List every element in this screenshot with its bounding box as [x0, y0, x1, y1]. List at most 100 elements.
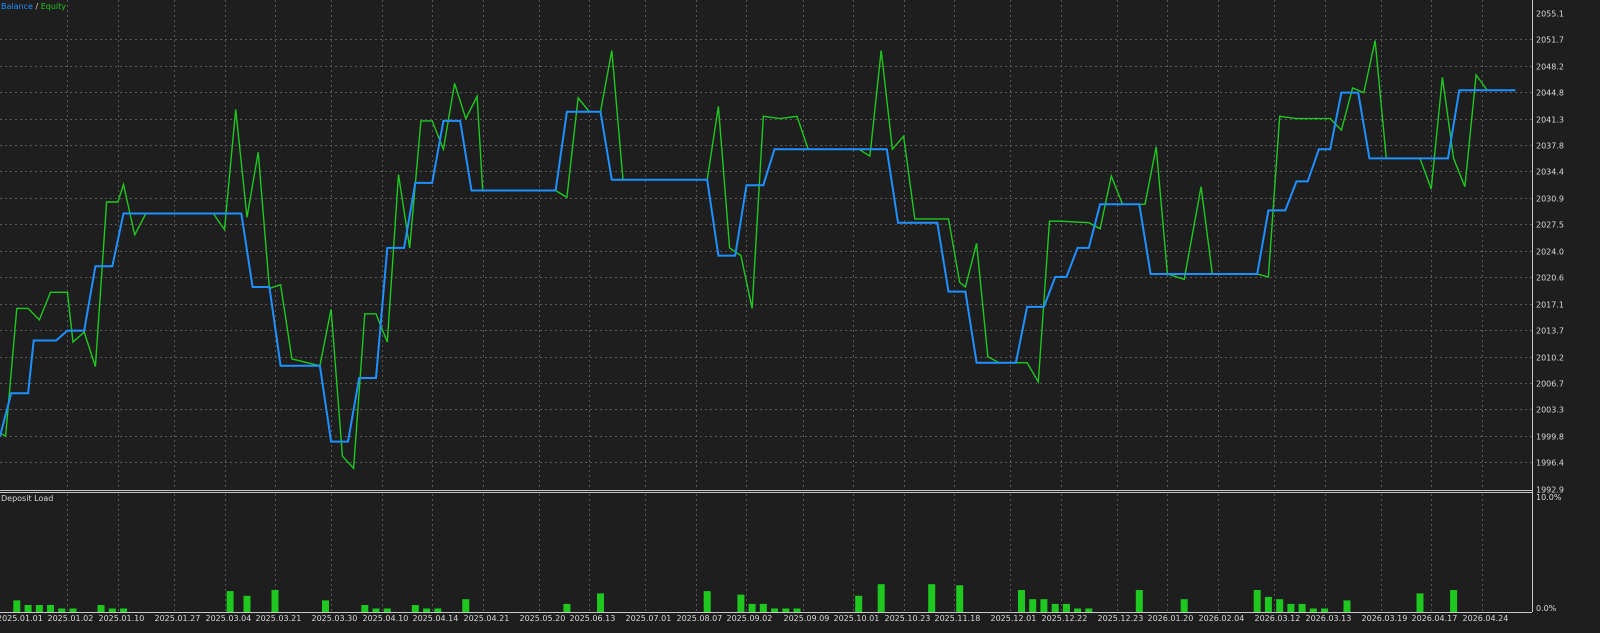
deposit-load-bar [1287, 603, 1295, 612]
price-tick-label: 2055.1 [1536, 10, 1564, 19]
legend-equity: Equity [41, 2, 67, 11]
time-tick-label: 2025.12.22 [1042, 614, 1088, 623]
deposit-load-bar [1298, 603, 1306, 612]
time-tick-label: 2026.02.04 [1199, 614, 1245, 623]
price-tick-label: 1999.8 [1536, 433, 1564, 442]
time-tick-label: 2025.07.01 [626, 614, 672, 623]
time-tick-label: 2026.04.17 [1412, 614, 1458, 623]
deposit-load-tick-label: 0.0% [1536, 604, 1557, 613]
time-tick-label: 2025.03.04 [206, 614, 252, 623]
deposit-load-bar [35, 605, 43, 612]
deposit-load-bar [97, 605, 105, 612]
time-tick-label: 2025.10.23 [885, 614, 931, 623]
time-tick-label: 2025.08.07 [677, 614, 723, 623]
time-tick-label: 2026.03.19 [1362, 614, 1408, 623]
deposit-load-bar [1309, 608, 1317, 612]
price-tick-label: 2030.9 [1536, 195, 1564, 204]
deposit-load-bar [1450, 590, 1458, 612]
deposit-load-bar [877, 584, 885, 612]
deposit-load-bar [47, 605, 54, 612]
deposit-load-bar [58, 608, 66, 612]
price-tick-label: 2027.5 [1536, 221, 1564, 230]
time-tick-label: 2025.01.02 [48, 614, 94, 623]
deposit-load-bar [597, 593, 604, 612]
deposit-load-bar [271, 590, 279, 612]
deposit-load-bar [322, 600, 329, 612]
deposit-load-bar [24, 605, 32, 612]
time-tick-label: 2026.03.12 [1255, 614, 1301, 623]
time-tick-label: 2025.03.30 [312, 614, 358, 623]
deposit-load-bar [361, 605, 369, 612]
deposit-load-title: Deposit Load [1, 494, 53, 503]
price-tick-label: 2044.8 [1536, 89, 1564, 98]
price-tick-label: 2051.7 [1536, 36, 1564, 45]
time-tick-label: 2025.01.10 [99, 614, 145, 623]
time-tick-label: 2025.11.18 [935, 614, 981, 623]
deposit-load-bar [1276, 599, 1284, 612]
legend-balance: Balance [1, 2, 33, 11]
deposit-load-bar [434, 608, 442, 612]
time-tick-label: 2025.03.21 [256, 614, 302, 623]
deposit-load-bar [226, 591, 234, 612]
deposit-load-bar [759, 603, 767, 612]
time-tick-label: 2025.06.13 [570, 614, 616, 623]
deposit-load-bar [771, 608, 778, 612]
deposit-load-bar [748, 603, 756, 612]
deposit-load-bar [793, 608, 801, 612]
deposit-load-bar [1018, 590, 1025, 612]
time-tick-label: 2026.04.24 [1463, 614, 1509, 623]
deposit-load-bar [411, 605, 419, 612]
time-tick-label: 2025.01.27 [155, 614, 201, 623]
price-tick-label: 2006.7 [1536, 380, 1564, 389]
time-tick-label: 2025.09.02 [727, 614, 773, 623]
deposit-load-bar [1253, 590, 1261, 612]
deposit-load-bar [928, 584, 936, 612]
deposit-load-bar [1135, 590, 1143, 612]
time-tick-label: 2025.09.09 [784, 614, 830, 623]
deposit-load-bar [1040, 599, 1048, 612]
time-tick-label: 2026.01.20 [1148, 614, 1194, 623]
deposit-load-bar [1416, 593, 1424, 612]
time-tick-label: 2025.04.21 [464, 614, 510, 623]
price-tick-label: 2024.0 [1536, 248, 1564, 257]
price-tick-label: 2041.3 [1536, 116, 1564, 125]
price-tick-label: 2034.4 [1536, 168, 1564, 177]
deposit-load-bar [956, 585, 964, 612]
deposit-load-bar [1062, 603, 1070, 612]
price-tick-label: 2013.7 [1536, 327, 1564, 336]
series-legend: Balance / Equity [1, 2, 66, 11]
deposit-load-bar [703, 591, 711, 612]
deposit-load-bar [1321, 608, 1329, 612]
price-tick-label: 2003.3 [1536, 406, 1564, 415]
deposit-load-bar [1264, 596, 1272, 612]
price-tick-label: 2017.1 [1536, 301, 1564, 310]
price-tick-label: 2020.6 [1536, 274, 1564, 283]
deposit-load-bar [737, 594, 745, 612]
deposit-load-bar [372, 608, 380, 612]
deposit-load-bar [120, 608, 127, 612]
deposit-load-bar [1074, 608, 1082, 612]
time-tick-label: 2025.04.10 [363, 614, 409, 623]
chart-background [0, 0, 1600, 633]
deposit-load-bar [1029, 599, 1037, 612]
time-tick-label: 2025.12.01 [991, 614, 1037, 623]
deposit-load-bar [1051, 603, 1059, 612]
legend-separator: / [33, 2, 41, 11]
deposit-load-tick-label: 10.0% [1536, 493, 1562, 502]
time-tick-label: 2025.10.01 [834, 614, 880, 623]
price-tick-label: 2048.2 [1536, 63, 1564, 72]
price-tick-label: 2037.8 [1536, 142, 1564, 151]
price-tick-label: 2010.2 [1536, 354, 1564, 363]
deposit-load-bar [782, 608, 790, 612]
deposit-load-bar [383, 608, 391, 612]
time-tick-label: 2025.05.20 [520, 614, 566, 623]
deposit-load-bar [462, 599, 470, 612]
time-tick-label: 2025.04.14 [413, 614, 459, 623]
time-tick-label: 2025.12.23 [1098, 614, 1144, 623]
deposit-load-bar [243, 595, 251, 612]
time-axis-labels: 2025.01.01 2025.01.02 2025.01.10 2025.01.27… [0, 614, 1508, 623]
deposit-load-bar [69, 608, 77, 612]
deposit-load-bar [423, 608, 431, 612]
deposit-load-bar [855, 595, 863, 612]
time-tick-label: 2026.03.13 [1306, 614, 1352, 623]
